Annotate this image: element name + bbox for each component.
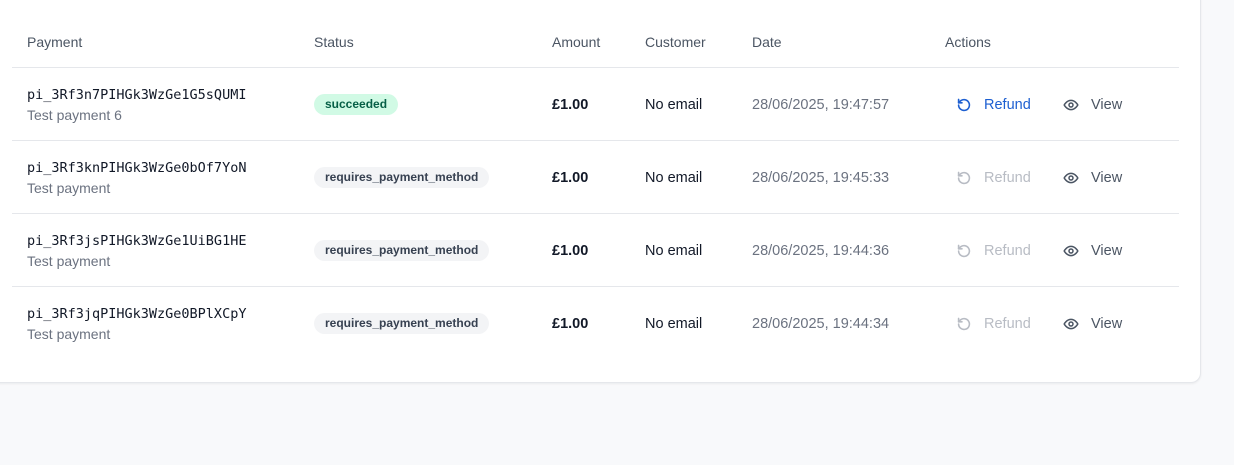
- payment-date: 28/06/2025, 19:44:34: [752, 316, 890, 332]
- refund-button: Refund: [956, 240, 1031, 262]
- view-label: View: [1091, 316, 1123, 332]
- payment-description: Test payment: [27, 180, 111, 196]
- payment-id: pi_3Rf3jqPIHGk3WzGe0BPlXCpY: [27, 306, 247, 322]
- eye-icon: [1063, 316, 1079, 332]
- table-row: pi_3Rf3knPIHGk3WzGe0bOf7YoN Test payment…: [12, 141, 1179, 214]
- payments-table: Payment Status Amount Customer Date Acti…: [12, 0, 1179, 360]
- payment-date: 28/06/2025, 19:47:57: [752, 97, 890, 113]
- status-badge: succeeded: [314, 94, 399, 115]
- table-row: pi_3Rf3jqPIHGk3WzGe0BPlXCpY Test payment…: [12, 287, 1179, 360]
- payments-card: Payment Status Amount Customer Date Acti…: [0, 0, 1201, 383]
- refund-button: Refund: [956, 313, 1031, 335]
- table-header: Payment Status Amount Customer Date Acti…: [12, 0, 1179, 68]
- payment-date: 28/06/2025, 19:45:33: [752, 170, 890, 186]
- view-button[interactable]: View: [1063, 313, 1122, 335]
- status-badge: requires_payment_method: [314, 240, 490, 261]
- refund-button[interactable]: Refund: [956, 94, 1031, 116]
- payment-description: Test payment: [27, 253, 111, 269]
- column-header-amount: Amount: [552, 34, 601, 50]
- customer-email: No email: [645, 316, 703, 332]
- payment-description: Test payment 6: [27, 107, 122, 123]
- view-button[interactable]: View: [1063, 167, 1122, 189]
- rotate-ccw-icon: [956, 316, 972, 332]
- column-header-status: Status: [314, 34, 354, 50]
- status-badge: requires_payment_method: [314, 167, 490, 188]
- view-button[interactable]: View: [1063, 240, 1122, 262]
- table-row: pi_3Rf3jsPIHGk3WzGe1UiBG1HE Test payment…: [12, 214, 1179, 287]
- table-body: pi_3Rf3n7PIHGk3WzGe1G5sQUMI Test payment…: [12, 68, 1179, 360]
- column-header-actions: Actions: [945, 34, 991, 50]
- payment-amount: £1.00: [552, 316, 589, 332]
- refund-label: Refund: [984, 97, 1031, 113]
- table-row: pi_3Rf3n7PIHGk3WzGe1G5sQUMI Test payment…: [12, 68, 1179, 141]
- customer-email: No email: [645, 170, 703, 186]
- refund-label: Refund: [984, 316, 1031, 332]
- payment-id: pi_3Rf3knPIHGk3WzGe0bOf7YoN: [27, 160, 247, 176]
- view-label: View: [1091, 243, 1123, 259]
- eye-icon: [1063, 170, 1079, 186]
- rotate-ccw-icon: [956, 170, 972, 186]
- eye-icon: [1063, 243, 1079, 259]
- payment-amount: £1.00: [552, 170, 589, 186]
- payment-amount: £1.00: [552, 243, 589, 259]
- customer-email: No email: [645, 97, 703, 113]
- view-label: View: [1091, 97, 1123, 113]
- payment-date: 28/06/2025, 19:44:36: [752, 243, 890, 259]
- status-badge: requires_payment_method: [314, 313, 490, 334]
- refund-label: Refund: [984, 170, 1031, 186]
- payment-id: pi_3Rf3jsPIHGk3WzGe1UiBG1HE: [27, 233, 247, 249]
- view-button[interactable]: View: [1063, 94, 1122, 116]
- customer-email: No email: [645, 243, 703, 259]
- payment-id: pi_3Rf3n7PIHGk3WzGe1G5sQUMI: [27, 87, 247, 103]
- payment-description: Test payment: [27, 326, 111, 342]
- column-header-payment: Payment: [27, 34, 83, 50]
- refund-label: Refund: [984, 243, 1031, 259]
- column-header-customer: Customer: [645, 34, 706, 50]
- column-header-date: Date: [752, 34, 782, 50]
- eye-icon: [1063, 97, 1079, 113]
- payment-amount: £1.00: [552, 97, 589, 113]
- refund-button: Refund: [956, 167, 1031, 189]
- rotate-ccw-icon: [956, 97, 972, 113]
- view-label: View: [1091, 170, 1123, 186]
- rotate-ccw-icon: [956, 243, 972, 259]
